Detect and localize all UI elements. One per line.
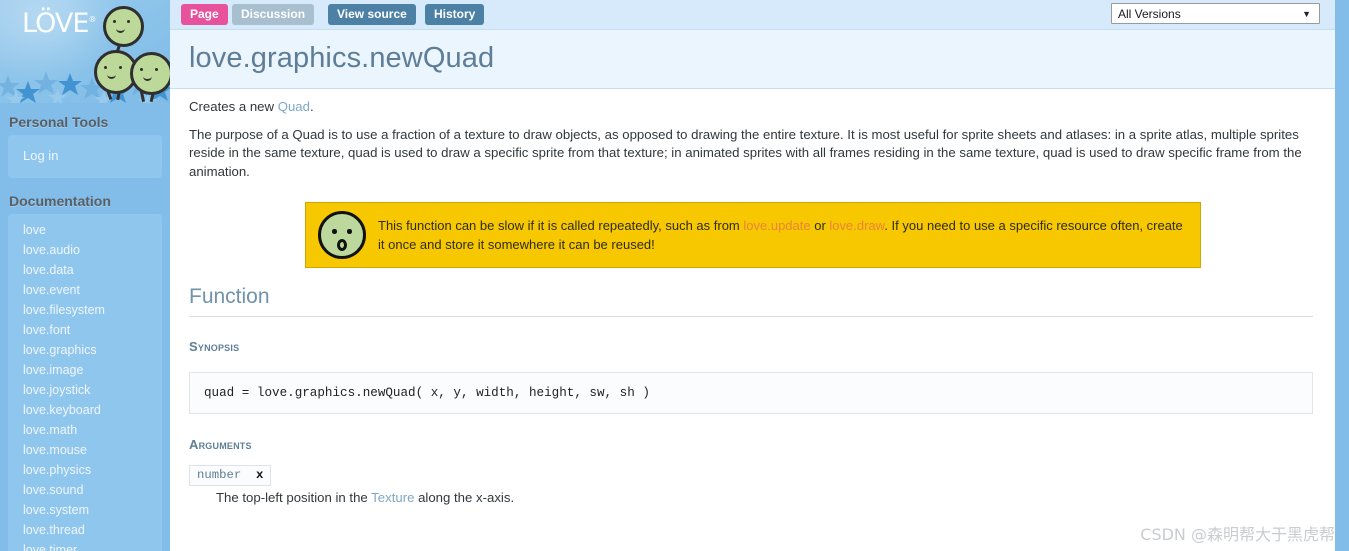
sidebar-heading-personal-tools: Personal Tools xyxy=(9,114,109,130)
spacer-after-code xyxy=(189,414,1313,437)
version-dropdown-value: All Versions xyxy=(1118,7,1181,21)
tab-bar: Page Discussion View source History All … xyxy=(170,0,1335,29)
sidebar-item-love-mouse[interactable]: love.mouse xyxy=(8,440,162,460)
love-wordmark-text: LÖVE xyxy=(22,8,89,39)
sidebar-item-love-event[interactable]: love.event xyxy=(8,280,162,300)
sidebar-item-love-data[interactable]: love.data xyxy=(8,260,162,280)
notice-text: This function can be slow if it is calle… xyxy=(378,216,1200,254)
sidebar-item-love-image[interactable]: love.image xyxy=(8,360,162,380)
version-dropdown[interactable]: All Versions ▼ xyxy=(1111,3,1320,24)
argument-name: x xyxy=(256,468,264,483)
tab-page[interactable]: Page xyxy=(181,4,228,25)
link-quad[interactable]: Quad xyxy=(278,99,310,114)
sidebar-item-love-thread[interactable]: love.thread xyxy=(8,520,162,540)
intro-paragraph: The purpose of a Quad is to use a fracti… xyxy=(189,126,1302,179)
love-logo-banner[interactable]: LÖVE® xyxy=(0,0,170,103)
section-heading-synopsis: Synopsis xyxy=(189,339,240,355)
sidebar-item-log-in[interactable]: Log in xyxy=(8,141,162,171)
love-face-surprised-icon xyxy=(318,211,366,259)
sidebar: LÖVE® Personal Tools Log in Documentatio… xyxy=(0,0,170,551)
sidebar-item-love-math[interactable]: love.math xyxy=(8,420,162,440)
tab-discussion[interactable]: Discussion xyxy=(232,4,315,25)
sidebar-box-personal-tools: Log in xyxy=(8,135,162,178)
section-heading-arguments: Arguments xyxy=(189,437,252,453)
sidebar-heading-documentation: Documentation xyxy=(9,193,111,209)
argument-description: The top-left position in the Texture alo… xyxy=(189,486,1313,508)
page-title-band: love.graphics.newQuad xyxy=(170,29,1335,89)
argument-type: number xyxy=(197,468,242,483)
notice-text-part1: This function can be slow if it is calle… xyxy=(378,218,744,233)
content-column: Page Discussion View source History All … xyxy=(170,0,1335,551)
argument-desc-prefix: The top-left position in the xyxy=(216,490,372,506)
wiki-page: LÖVE® Personal Tools Log in Documentatio… xyxy=(0,0,1349,551)
section-heading-function: Function xyxy=(189,285,1313,318)
sidebar-item-love-joystick[interactable]: love.joystick xyxy=(8,380,162,400)
argument-entry: number x The top-left position in the Te… xyxy=(189,465,1313,508)
registered-mark: ® xyxy=(88,15,96,24)
lead-suffix: . xyxy=(309,99,314,114)
spacer-after-arguments xyxy=(189,452,1313,465)
spacer-after-synopsis xyxy=(189,354,1313,372)
performance-notice: This function can be slow if it is calle… xyxy=(305,202,1201,268)
sidebar-item-love-sound[interactable]: love.sound xyxy=(8,480,162,500)
spacer-after-function xyxy=(189,317,1313,339)
love-wordmark: LÖVE® xyxy=(22,8,96,39)
argument-badge: number x xyxy=(189,465,272,487)
sidebar-item-love-timer[interactable]: love.timer xyxy=(8,540,162,551)
notice-text-part2: or xyxy=(810,218,830,233)
lead-prefix: Creates a new xyxy=(189,99,278,114)
page-title: love.graphics.newQuad xyxy=(189,42,495,74)
link-texture[interactable]: Texture xyxy=(371,490,414,505)
sidebar-box-documentation: love love.audio love.data love.event lov… xyxy=(8,214,162,551)
link-love-draw[interactable]: love.draw xyxy=(829,218,884,233)
sidebar-item-love[interactable]: love xyxy=(8,220,162,240)
sidebar-item-love-keyboard[interactable]: love.keyboard xyxy=(8,400,162,420)
tab-view-source[interactable]: View source xyxy=(328,4,416,25)
lead-sentence: Creates a new Quad. xyxy=(189,98,1313,117)
sidebar-item-love-physics[interactable]: love.physics xyxy=(8,460,162,480)
synopsis-code-block: quad = love.graphics.newQuad( x, y, widt… xyxy=(189,372,1313,415)
sidebar-item-love-graphics[interactable]: love.graphics xyxy=(8,340,162,360)
argument-desc-suffix: along the x-axis. xyxy=(414,490,515,506)
article-body: Creates a new Quad. The purpose of a Qua… xyxy=(170,98,1335,508)
sidebar-item-love-system[interactable]: love.system xyxy=(8,500,162,520)
tab-history[interactable]: History xyxy=(425,4,485,25)
chevron-down-icon: ▼ xyxy=(1302,9,1311,19)
link-love-update[interactable]: love.update xyxy=(743,218,810,233)
sidebar-item-love-filesystem[interactable]: love.filesystem xyxy=(8,300,162,320)
sidebar-item-love-audio[interactable]: love.audio xyxy=(8,240,162,260)
sidebar-item-love-font[interactable]: love.font xyxy=(8,320,162,340)
